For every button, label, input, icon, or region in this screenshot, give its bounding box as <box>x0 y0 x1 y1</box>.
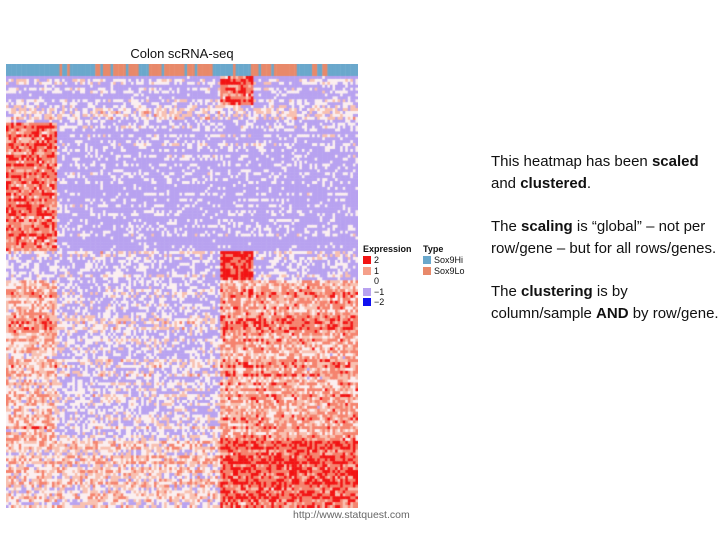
type-legend-item: Sox9Lo <box>423 266 465 277</box>
expression-legend-item: 1 <box>363 266 412 277</box>
legend-swatch <box>363 277 371 286</box>
footer-url[interactable]: http://www.statquest.com <box>293 509 410 521</box>
legend-label: 0 <box>374 276 380 287</box>
chart-title: Colon scRNA-seq <box>130 46 234 61</box>
note-1: This heatmap has been scaled and cluster… <box>491 153 699 192</box>
legend-swatch <box>363 298 371 307</box>
expression-legend-item: 2 <box>363 255 412 266</box>
legend-swatch <box>363 287 371 296</box>
note-2: The scaling is “global” – not per row/ge… <box>491 218 717 257</box>
legend-swatch <box>423 266 431 275</box>
type-legend-item: Sox9Hi <box>423 255 465 266</box>
legend-label: Sox9Lo <box>434 265 465 276</box>
expression-legend-item: −2 <box>363 297 412 308</box>
legend-swatch <box>363 266 371 275</box>
expression-legend-item: −1 <box>363 287 412 298</box>
expression-legend: Expression 2 1 0 −1 −2 <box>363 244 412 308</box>
legend-label: −2 <box>374 297 385 308</box>
legend-label: 1 <box>374 265 380 276</box>
legend-label: Sox9Hi <box>434 255 464 266</box>
note-3: The clustering is by column/sample AND b… <box>491 283 719 322</box>
expression-legend-title: Expression <box>363 244 412 254</box>
type-legend: Type Sox9Hi Sox9Lo <box>423 244 465 276</box>
slide-notes: This heatmap has been scaled and cluster… <box>491 151 720 346</box>
heatmap <box>6 64 358 508</box>
type-legend-title: Type <box>423 244 444 254</box>
legend-label: 2 <box>374 255 380 266</box>
legend-label: −1 <box>374 286 385 297</box>
expression-legend-item: 0 <box>363 276 412 287</box>
legend-swatch <box>423 256 431 265</box>
legend-swatch <box>363 256 371 265</box>
